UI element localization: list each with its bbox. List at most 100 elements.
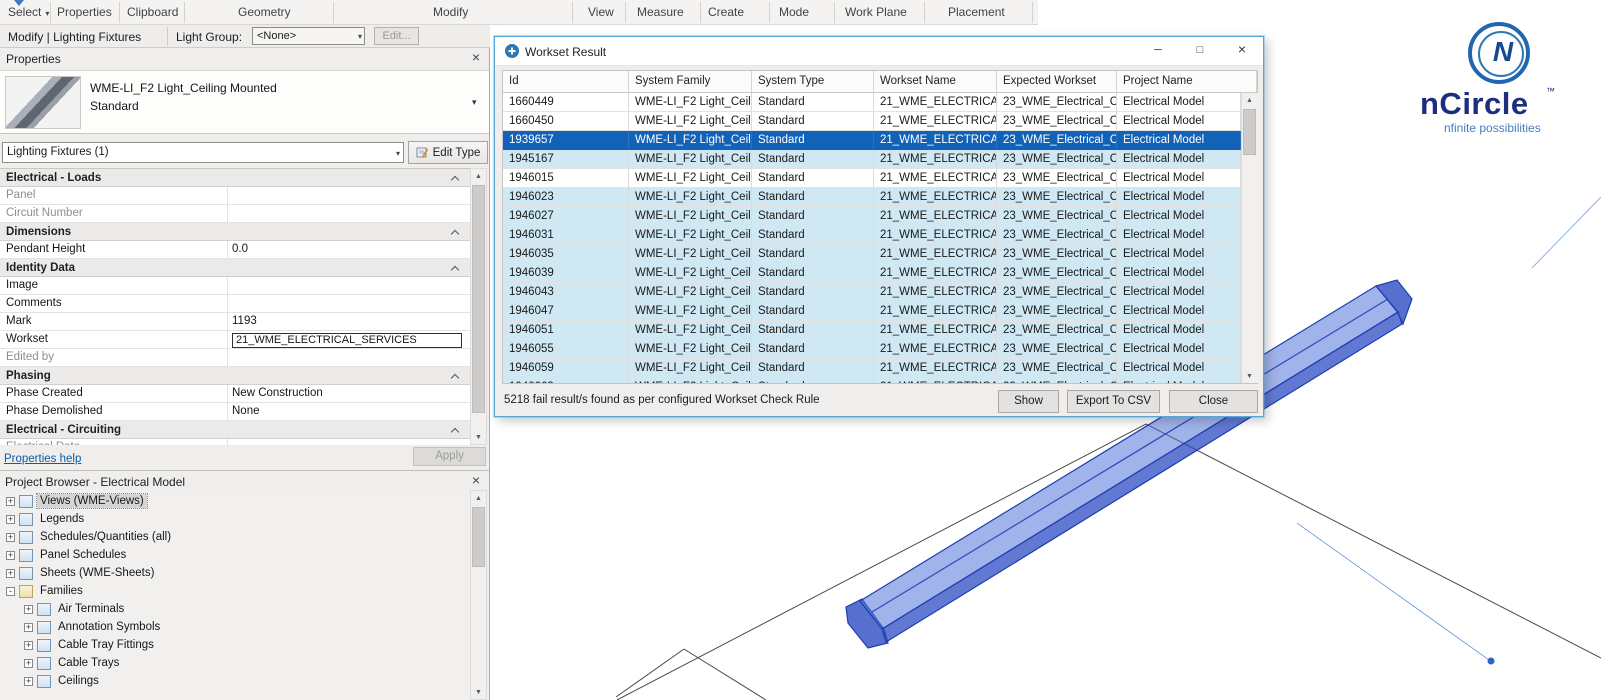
property-row[interactable]: Circuit Number <box>0 205 470 223</box>
column-header-expected-workset[interactable]: Expected Workset <box>997 71 1117 92</box>
property-value[interactable]: New Construction <box>228 385 470 402</box>
property-value[interactable]: 0.0 <box>228 241 470 258</box>
expand-icon[interactable]: + <box>6 496 15 506</box>
expand-icon[interactable]: + <box>24 658 33 668</box>
ribbon-panel-placement[interactable]: Placement <box>948 5 1005 19</box>
ribbon-panel-view[interactable]: View <box>588 5 614 19</box>
ribbon-panel-properties[interactable]: Properties <box>57 5 112 19</box>
property-row[interactable]: Edited by <box>0 349 470 367</box>
ribbon-panel-create[interactable]: Create <box>708 5 744 19</box>
scrollbar-thumb[interactable] <box>472 507 485 567</box>
light-group-dropdown[interactable]: <None> ▾ <box>252 27 365 45</box>
ribbon-panel-mode[interactable]: Mode <box>779 5 809 19</box>
table-row[interactable]: 1946051 WME-LI_F2 Light_Ceili Standard 21_W… <box>503 321 1241 340</box>
ribbon-panel-select[interactable]: Select ▾ <box>8 5 49 19</box>
tree-item-ceilings[interactable]: + Ceilings <box>24 672 102 690</box>
scroll-down-icon[interactable]: ▼ <box>1242 369 1257 383</box>
table-row[interactable]: 1946039 WME-LI_F2 Light_Ceili Standard 21_W… <box>503 264 1241 283</box>
show-button[interactable]: Show <box>998 390 1059 413</box>
type-selector[interactable]: WME-LI_F2 Light_Ceiling Mounted Standard… <box>0 70 489 134</box>
expand-icon[interactable]: + <box>24 622 33 632</box>
close-icon[interactable]: × <box>468 49 484 65</box>
properties-help-link[interactable]: Properties help <box>4 453 81 465</box>
table-row[interactable]: 1660450 WME-LI_F2 Light_Ceili Standard 21_W… <box>503 112 1241 131</box>
group-header[interactable]: Electrical - Loads <box>0 169 470 187</box>
table-row[interactable]: 1660449 WME-LI_F2 Light_Ceili Standard 21_W… <box>503 93 1241 112</box>
expand-icon[interactable]: + <box>6 550 15 560</box>
table-row[interactable]: 1946027 WME-LI_F2 Light_Ceili Standard 21_W… <box>503 207 1241 226</box>
column-header-workset-name[interactable]: Workset Name <box>874 71 997 92</box>
table-row-selected[interactable]: 1939657 WME-LI_F2 Light_Ceili Standard 21_W… <box>503 131 1241 150</box>
chevron-down-icon[interactable]: ▾ <box>472 97 477 108</box>
ribbon-panel-clipboard[interactable]: Clipboard <box>127 5 178 19</box>
group-header[interactable]: Electrical - Circuiting <box>0 421 470 439</box>
scroll-down-icon[interactable]: ▼ <box>471 430 486 444</box>
column-header-id[interactable]: Id <box>503 71 629 92</box>
property-row-workset[interactable]: Workset 21_WME_ELECTRICAL_SERVICES <box>0 331 470 349</box>
edit-light-group-button[interactable]: Edit... <box>374 27 419 45</box>
table-row[interactable]: 1946043 WME-LI_F2 Light_Ceili Standard 21_W… <box>503 283 1241 302</box>
expand-icon[interactable]: + <box>24 604 33 614</box>
expand-icon[interactable]: + <box>6 532 15 542</box>
scroll-up-icon[interactable]: ▲ <box>1242 93 1257 107</box>
table-row[interactable]: 1946035 WME-LI_F2 Light_Ceili Standard 21_W… <box>503 245 1241 264</box>
edit-type-button[interactable]: Edit Type <box>408 141 488 164</box>
minimize-icon[interactable]: ─ <box>1137 37 1179 66</box>
tree-item-sheets[interactable]: + Sheets (WME-Sheets) <box>6 564 157 582</box>
group-header[interactable]: Dimensions <box>0 223 470 241</box>
expand-icon[interactable]: + <box>24 640 33 650</box>
workset-value-field[interactable]: 21_WME_ELECTRICAL_SERVICES <box>232 333 462 348</box>
property-value[interactable] <box>228 277 470 294</box>
tree-item-schedules[interactable]: + Schedules/Quantities (all) <box>6 528 174 546</box>
tree-item-panel-schedules[interactable]: + Panel Schedules <box>6 546 129 564</box>
ribbon-panel-work-plane[interactable]: Work Plane <box>845 5 907 19</box>
scroll-up-icon[interactable]: ▲ <box>471 169 486 183</box>
project-browser-scrollbar[interactable]: ▲ ▼ <box>470 490 487 700</box>
expand-icon[interactable]: + <box>6 568 15 578</box>
table-row[interactable]: 1946015 WME-LI_F2 Light_Ceili Standard 21_W… <box>503 169 1241 188</box>
property-row[interactable]: Phase Demolished None <box>0 403 470 421</box>
apply-button[interactable]: Apply <box>413 447 486 466</box>
table-row[interactable]: 1946055 WME-LI_F2 Light_Ceili Standard 21_W… <box>503 340 1241 359</box>
collapse-icon[interactable]: - <box>6 586 15 596</box>
export-to-csv-button[interactable]: Export To CSV <box>1067 390 1160 413</box>
tree-item-families[interactable]: - Families <box>6 582 86 600</box>
property-row[interactable]: Electrical Data <box>0 439 470 445</box>
table-row[interactable]: 1946031 WME-LI_F2 Light_Ceili Standard 21_W… <box>503 226 1241 245</box>
ribbon-panel-modify[interactable]: Modify <box>433 5 468 19</box>
scrollbar-thumb[interactable] <box>472 185 485 413</box>
close-icon[interactable]: × <box>1221 37 1263 66</box>
element-filter-dropdown[interactable]: Lighting Fixtures (1) ▾ <box>2 142 404 163</box>
property-row[interactable]: Phase Created New Construction <box>0 385 470 403</box>
table-row[interactable]: 1946023 WME-LI_F2 Light_Ceili Standard 21_W… <box>503 188 1241 207</box>
property-value[interactable]: 1193 <box>228 313 470 330</box>
tree-item-cable-tray-fittings[interactable]: + Cable Tray Fittings <box>24 636 157 654</box>
property-value[interactable] <box>228 295 470 312</box>
column-header-project-name[interactable]: Project Name <box>1117 71 1257 92</box>
property-row[interactable]: Mark 1193 <box>0 313 470 331</box>
table-row[interactable]: 1946047 WME-LI_F2 Light_Ceili Standard 21_W… <box>503 302 1241 321</box>
close-icon[interactable]: × <box>468 472 484 488</box>
column-header-system-type[interactable]: System Type <box>752 71 874 92</box>
column-header-system-family[interactable]: System Family <box>629 71 752 92</box>
scroll-up-icon[interactable]: ▲ <box>471 491 486 505</box>
property-row[interactable]: Pendant Height 0.0 <box>0 241 470 259</box>
close-button[interactable]: Close <box>1169 390 1258 413</box>
scrollbar-thumb[interactable] <box>1243 109 1256 155</box>
expand-icon[interactable]: + <box>24 676 33 686</box>
property-value[interactable]: None <box>228 403 470 420</box>
tree-item-air-terminals[interactable]: + Air Terminals <box>24 600 127 618</box>
properties-scrollbar[interactable]: ▲ ▼ <box>470 168 487 445</box>
property-row[interactable]: Image <box>0 277 470 295</box>
tree-item-cable-trays[interactable]: + Cable Trays <box>24 654 122 672</box>
tree-item-views[interactable]: + Views (WME-Views) <box>6 492 148 510</box>
property-row[interactable]: Panel <box>0 187 470 205</box>
group-header[interactable]: Identity Data <box>0 259 470 277</box>
maximize-icon[interactable]: □ <box>1179 37 1221 66</box>
group-header[interactable]: Phasing <box>0 367 470 385</box>
property-row[interactable]: Comments <box>0 295 470 313</box>
scroll-down-icon[interactable]: ▼ <box>471 685 486 699</box>
table-row[interactable]: 1945167 WME-LI_F2 Light_Ceili Standard 21_W… <box>503 150 1241 169</box>
tree-item-annotation-symbols[interactable]: + Annotation Symbols <box>24 618 163 636</box>
ribbon-panel-measure[interactable]: Measure <box>637 5 684 19</box>
